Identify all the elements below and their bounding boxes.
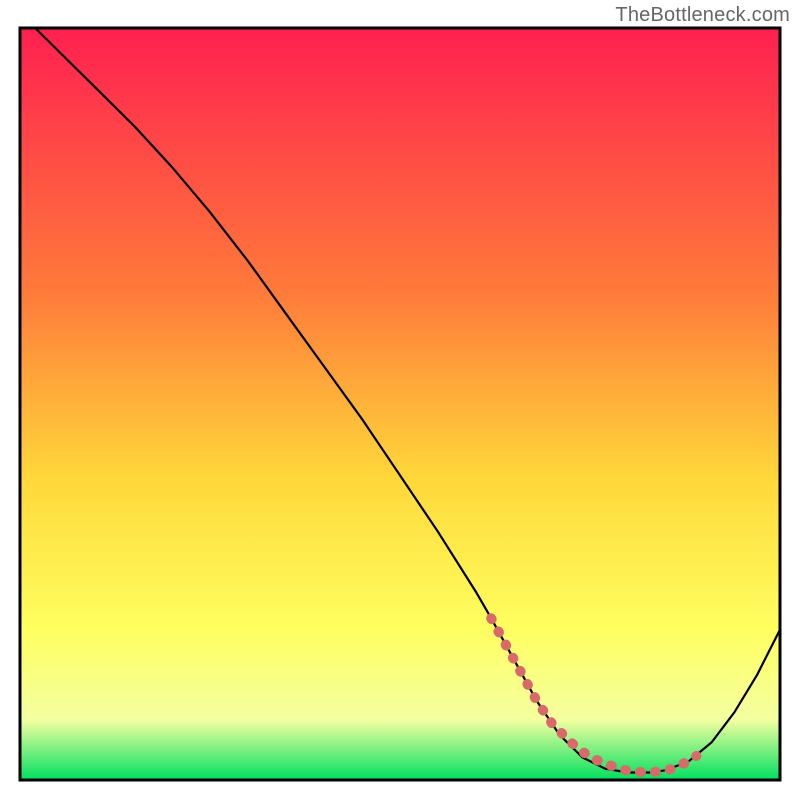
chart-container: TheBottleneck.com bbox=[0, 0, 800, 800]
gradient-background bbox=[20, 28, 780, 780]
bottleneck-curve-chart bbox=[0, 0, 800, 800]
plot-area bbox=[20, 28, 780, 780]
watermark-text: TheBottleneck.com bbox=[615, 4, 790, 27]
